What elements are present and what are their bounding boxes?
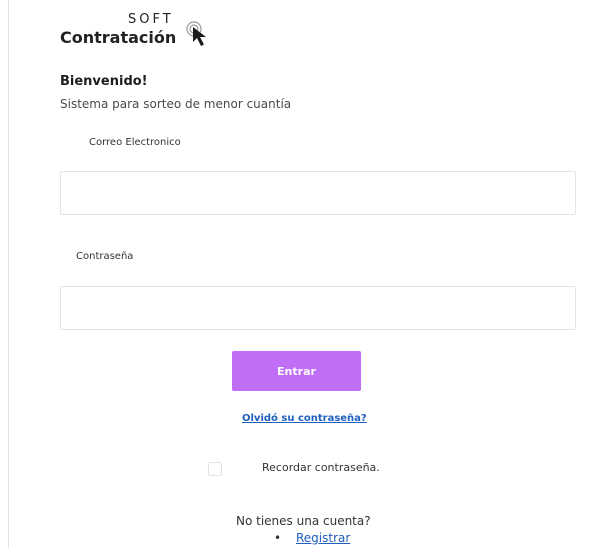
welcome-subtitle: Sistema para sorteo de menor cuantía — [60, 97, 292, 111]
signup-prompt: No tienes una cuenta? — [236, 514, 371, 528]
logo-main-text: Contratación — [60, 28, 177, 47]
register-link[interactable]: Registrar — [296, 531, 350, 545]
list-bullet: • — [274, 531, 282, 545]
forgot-password-link[interactable]: Olvidó su contraseña? — [242, 413, 367, 424]
app-logo: SOFT Contratación — [60, 12, 230, 52]
email-field[interactable] — [60, 171, 576, 215]
password-label: Contraseña — [76, 251, 134, 262]
email-label: Correo Electronico — [89, 137, 181, 148]
submit-button[interactable]: Entrar — [232, 351, 361, 391]
welcome-title: Bienvenido! — [60, 74, 148, 89]
logo-soft-text: SOFT — [128, 12, 174, 27]
page-left-border — [8, 0, 9, 548]
remember-checkbox[interactable] — [208, 462, 222, 476]
password-field[interactable] — [60, 286, 576, 330]
cursor-arrow-icon — [186, 21, 206, 46]
remember-label: Recordar contraseña. — [262, 461, 380, 474]
